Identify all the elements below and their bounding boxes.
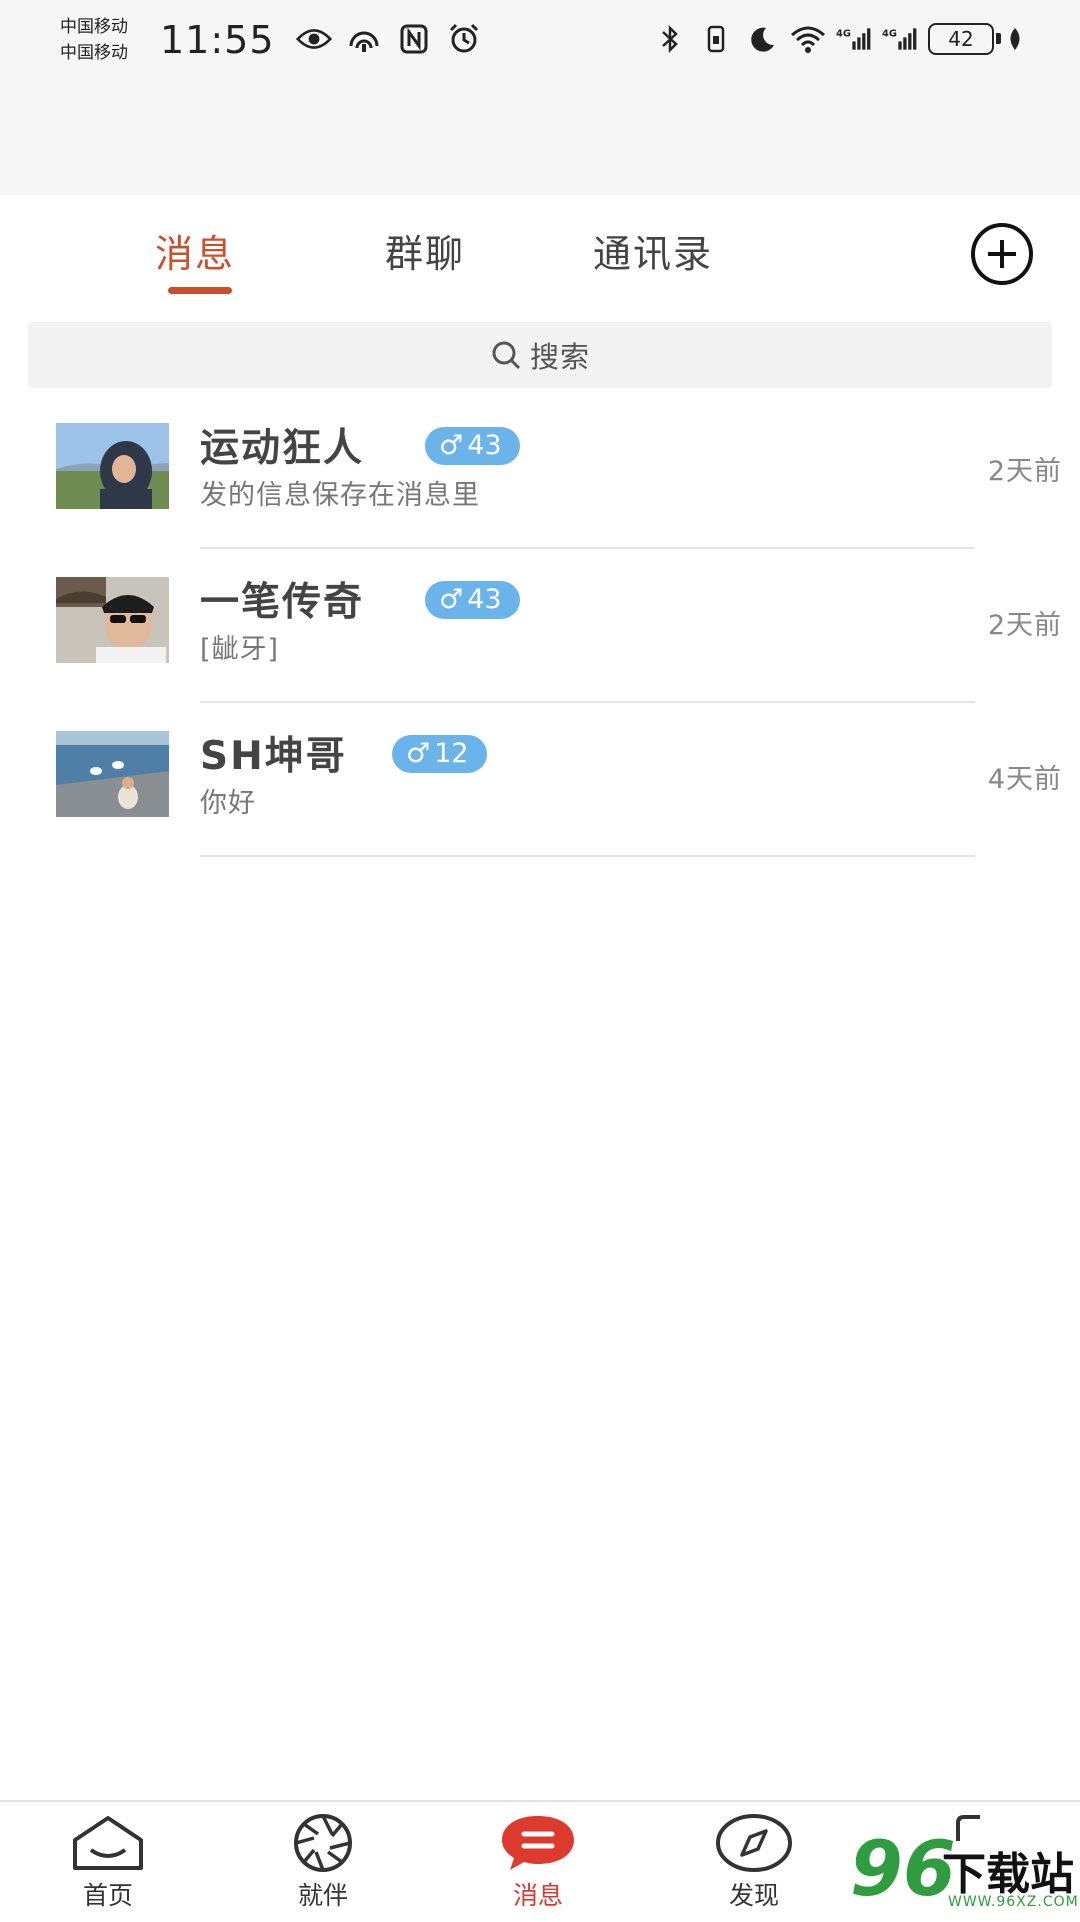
watermark-number: 96 [850,1824,956,1913]
message-bubble-icon [496,1812,580,1874]
age-label: 12 [434,738,469,769]
gender-age-badge: ♂ 12 [392,735,487,773]
message-time: 4天前 [987,764,1062,795]
conversation-row[interactable]: 运动狂人 ♂ 43 发的信息保存在消息里 2天前 [0,395,1080,549]
tab-contacts[interactable]: 通讯录 [593,223,713,278]
clock: 11:55 [160,18,275,62]
message-time: 2天前 [987,456,1062,487]
nav-messages[interactable]: 消息 [468,1812,608,1912]
male-icon: ♂ [439,584,464,615]
nav-label: 发现 [728,1881,779,1910]
eye-icon [296,22,332,56]
status-icons-right: 4G 4G 42 [652,22,1026,56]
bluetooth-icon [652,22,688,56]
nfc-icon [396,22,432,56]
avatar [56,423,169,509]
watermark-logo: 96 下载站 WWW.96XZ.COM [850,1824,1080,1920]
carrier-1: 中国移动 [60,17,128,37]
signal-4g-icon: 4G [882,22,918,56]
nav-discover[interactable]: 发现 [684,1812,824,1912]
last-message: 发的信息保存在消息里 [200,480,480,511]
active-tab-indicator [168,287,232,294]
last-message: [龇牙] [200,634,280,665]
contact-name: 运动狂人 [200,426,365,471]
watermark-text: 下载站 [942,1849,1074,1900]
avatar [56,577,169,663]
aperture-icon [281,1812,365,1874]
nav-home[interactable]: 首页 [38,1812,178,1912]
tab-group-chat[interactable]: 群聊 [385,223,465,278]
svg-text:4G: 4G [882,29,897,40]
battery-icon: 42 [928,23,1001,55]
compass-icon [712,1812,796,1874]
search-bar[interactable]: 搜索 [28,322,1052,388]
status-icons-left [296,22,482,56]
watermark-url: WWW.96XZ.COM [948,1894,1079,1910]
add-button[interactable] [970,222,1034,286]
nav-companion[interactable]: 就伴 [253,1812,393,1912]
carrier-2: 中国移动 [60,43,128,63]
search-icon [492,341,521,370]
age-label: 43 [467,584,502,615]
moon-icon [744,22,780,56]
home-icon [66,1812,150,1874]
male-icon: ♂ [406,738,431,769]
conversation-row[interactable]: SH坤哥 ♂ 12 你好 4天前 [0,703,1080,857]
leaf-icon [1004,22,1026,56]
avatar [56,731,169,817]
plus-circle-icon [971,223,1033,285]
conversation-row[interactable]: 一笔传奇 ♂ 43 [龇牙] 2天前 [0,549,1080,703]
contact-name: 一笔传奇 [200,580,365,625]
signal-4g-icon: 4G [836,22,872,56]
top-tabs: 消息 群聊 通讯录 [0,195,1080,305]
carrier-info: 中国移动 中国移动 [60,14,128,66]
message-time: 2天前 [987,610,1062,641]
alarm-icon [446,22,482,56]
gender-age-badge: ♂ 43 [425,581,520,619]
svg-text:4G: 4G [836,29,851,40]
wifi-icon [790,22,826,56]
search-label: 搜索 [529,340,590,374]
last-message: 你好 [200,788,256,819]
tab-messages[interactable]: 消息 [155,223,235,278]
age-label: 43 [467,430,502,461]
gender-age-badge: ♂ 43 [425,427,520,465]
status-bar: 中国移动 中国移动 11:55 4G 4G 42 [0,0,1080,195]
vibrate-icon [698,22,734,56]
contact-name: SH坤哥 [200,734,347,779]
nav-label: 消息 [512,1881,563,1910]
nav-label: 就伴 [297,1881,348,1910]
male-icon: ♂ [439,430,464,461]
nav-label: 首页 [82,1881,133,1910]
nfc-signal-icon [346,22,382,56]
divider [200,855,975,857]
